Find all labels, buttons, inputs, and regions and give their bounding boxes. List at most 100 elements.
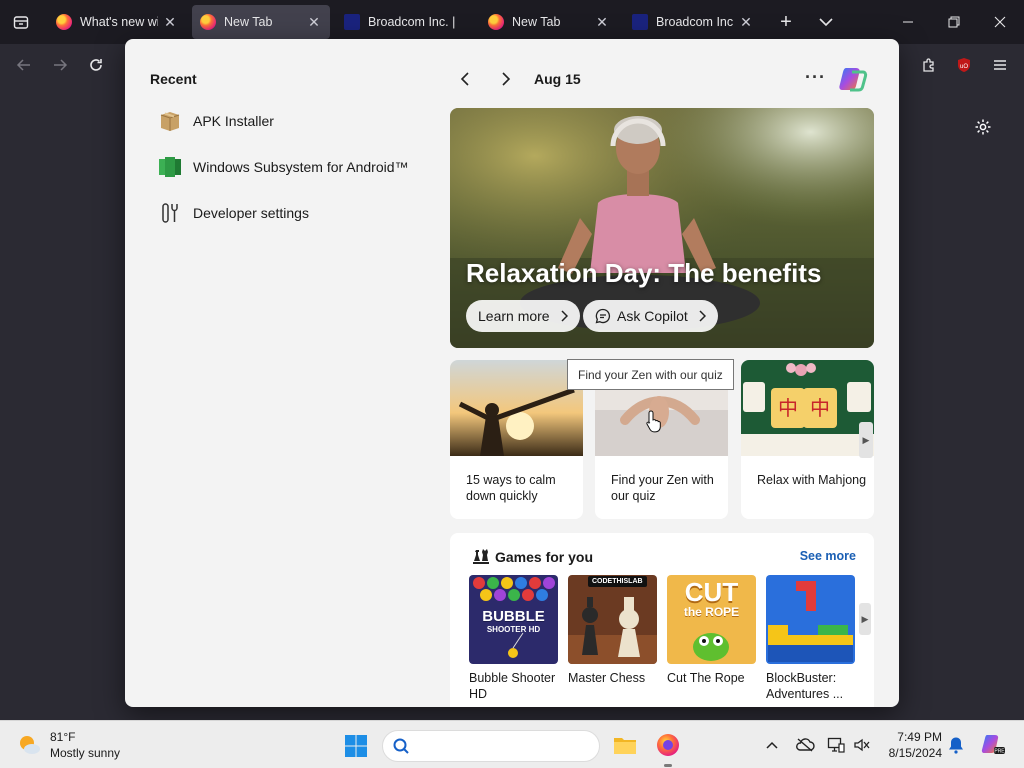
recent-item-label: Windows Subsystem for Android™ [193, 159, 409, 175]
minimize-button[interactable] [896, 10, 920, 34]
game-name: Bubble Shooter HD [469, 671, 556, 701]
weather-condition: Mostly sunny [50, 746, 121, 760]
taskbar-clock[interactable]: 7:49 PM 8/15/2024 [876, 729, 942, 761]
previous-day-button[interactable] [455, 67, 475, 91]
start-button[interactable] [344, 734, 368, 758]
next-day-button[interactable] [496, 67, 516, 91]
tab-broadcom-2[interactable]: Broadcom Inc. | ✕ [624, 5, 762, 39]
bell-icon [949, 737, 963, 754]
taskbar-search-box[interactable] [382, 730, 600, 762]
monitor-icon [827, 737, 845, 753]
puzzle-icon [923, 58, 934, 72]
weather-widget[interactable]: 81°F Mostly sunny [16, 729, 120, 761]
tab-new-tab-active[interactable]: New Tab ✕ [192, 5, 330, 39]
tab-title: New Tab [512, 15, 561, 29]
broadcom-icon [632, 14, 648, 30]
close-icon[interactable]: ✕ [306, 14, 322, 31]
learn-more-label: Learn more [478, 308, 550, 324]
tab-title: Broadcom Inc. | [368, 15, 456, 29]
recent-item-apk-installer[interactable]: APK Installer [157, 105, 274, 137]
om-nom-art [693, 633, 729, 661]
card-mahjong-image: 中 中 [741, 360, 874, 456]
ublock-origin-button[interactable]: uO [953, 54, 975, 76]
firefox-view-icon [13, 16, 29, 29]
card-sunset-image [450, 360, 583, 456]
recent-heading: Recent [150, 71, 197, 87]
close-window-button[interactable] [988, 10, 1012, 34]
restore-button[interactable] [942, 10, 966, 34]
extensions-button[interactable] [918, 54, 940, 76]
game-thumbnail: CUT the ROPE [667, 575, 756, 664]
card-caption: Relax with Mahjong [757, 473, 867, 487]
cards-scroll-next-button[interactable]: ▶ [859, 422, 873, 458]
broadcom-icon [344, 14, 360, 30]
hero-article-card[interactable]: Relaxation Day: The benefits Learn more … [450, 108, 874, 348]
close-icon [994, 16, 1006, 28]
card-mahjong[interactable]: 中 中 Relax with Mahjong [741, 360, 874, 519]
tab-broadcom[interactable]: Broadcom Inc. | [336, 5, 474, 39]
tab-title: New Tab [224, 15, 273, 29]
tab-new-tab[interactable]: New Tab ✕ [480, 5, 618, 39]
tab-whats-new[interactable]: What's new with ✕ [48, 5, 186, 39]
notifications-button[interactable] [946, 735, 966, 755]
game-bubble-shooter[interactable]: BUBBLE SHOOTER HD Bubble Shooter HD [469, 575, 558, 702]
volume-muted-button[interactable] [852, 735, 872, 755]
tooltip: Find your Zen with our quiz [567, 359, 734, 390]
firefox-icon [488, 14, 504, 30]
game-name: BlockBuster: Adventures ... [766, 671, 844, 701]
list-all-tabs-button[interactable] [816, 12, 836, 32]
forward-button[interactable] [49, 54, 71, 76]
learn-more-button[interactable]: Learn more [466, 300, 580, 332]
back-button[interactable] [13, 54, 35, 76]
hero-title: Relaxation Day: The benefits [466, 258, 822, 288]
game-blockbuster[interactable]: BlockBuster: Adventures ... [766, 575, 855, 702]
chevron-right-icon [699, 310, 706, 322]
chat-bubble-icon [595, 308, 611, 324]
copilot-icon [839, 68, 868, 92]
card-calm-down[interactable]: 15 ways to calm down quickly [450, 360, 583, 519]
reload-button[interactable] [85, 54, 107, 76]
arrow-left-icon [16, 59, 30, 71]
games-section: Games for you See more BUBBLE SHOOTER HD… [450, 533, 874, 707]
close-icon[interactable]: ✕ [594, 14, 610, 31]
new-tab-button[interactable]: + [776, 12, 796, 32]
recent-item-windows-subsystem-android[interactable]: Windows Subsystem for Android™ [157, 151, 409, 183]
close-icon[interactable]: ✕ [738, 14, 754, 31]
games-scroll-next-button[interactable]: ▶ [859, 603, 871, 635]
card-caption: 15 ways to calm down quickly [466, 473, 556, 503]
svg-text:PRE: PRE [994, 749, 1005, 755]
reload-icon [90, 59, 102, 71]
firefox-taskbar-button[interactable] [655, 732, 681, 758]
recent-item-developer-settings[interactable]: Developer settings [157, 197, 309, 229]
speaker-muted-icon [854, 738, 870, 752]
display-network-button[interactable] [826, 735, 846, 755]
active-app-indicator [664, 764, 672, 767]
chevron-left-icon [460, 72, 469, 86]
firefox-view-button[interactable] [0, 0, 42, 44]
cloud-offline-icon [796, 738, 815, 752]
copilot-icon: PRE [981, 735, 1005, 755]
app-menu-button[interactable] [989, 54, 1011, 76]
clock-time: 7:49 PM [897, 730, 942, 744]
copilot-taskbar-button[interactable]: PRE [980, 731, 1006, 757]
svg-text:中: 中 [778, 396, 798, 420]
search-icon [393, 738, 409, 754]
card-caption: Find your Zen with our quiz [611, 473, 714, 503]
show-hidden-icons-button[interactable] [762, 735, 782, 755]
copilot-button[interactable] [837, 63, 869, 95]
close-icon[interactable]: ✕ [162, 14, 178, 31]
game-master-chess[interactable]: CODETHISLAB Master Chess [568, 575, 657, 686]
file-explorer-button[interactable] [612, 732, 638, 758]
more-options-button[interactable]: ··· [805, 67, 826, 88]
ask-copilot-button[interactable]: Ask Copilot [583, 300, 718, 332]
customize-new-tab-button[interactable] [972, 116, 994, 138]
game-thumbnail: CODETHISLAB [568, 575, 657, 664]
onedrive-offline-button[interactable] [795, 735, 815, 755]
game-cut-the-rope[interactable]: CUT the ROPE Cut The Rope [667, 575, 756, 686]
see-more-link[interactable]: See more [800, 549, 856, 563]
clock-date: 8/15/2024 [888, 746, 942, 760]
chevron-right-icon [561, 310, 568, 322]
feed-date: Aug 15 [534, 71, 581, 87]
firefox-icon [200, 14, 216, 30]
chevron-down-icon [819, 18, 833, 27]
